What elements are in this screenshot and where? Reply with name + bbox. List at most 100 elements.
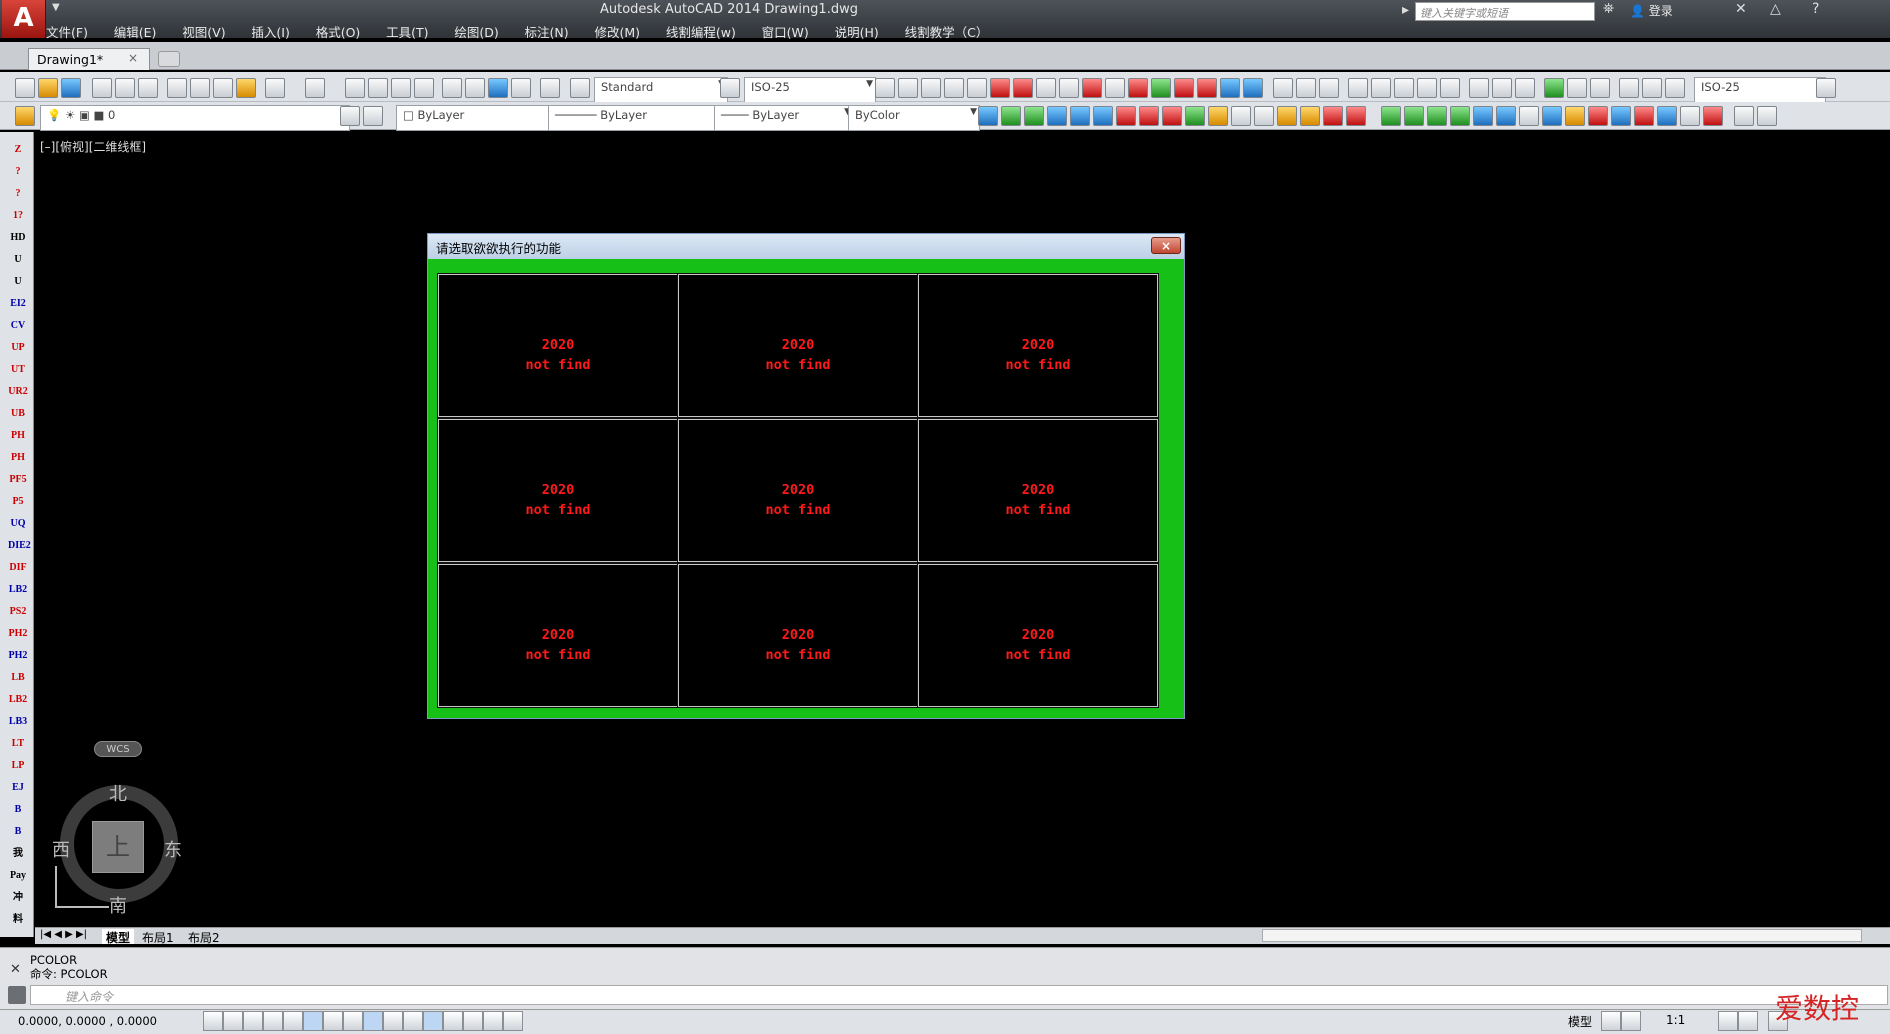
left-tool-21[interactable]: LB2 <box>8 580 28 600</box>
left-tool-15[interactable]: PH <box>8 448 28 468</box>
left-tool-36[interactable]: 料 <box>8 910 28 930</box>
save-icon[interactable] <box>61 78 81 98</box>
custom-tool-6-icon[interactable] <box>1093 106 1113 126</box>
viewport-controls-label[interactable]: [–][俯视][二维线框] <box>40 138 146 155</box>
dim-linear-icon[interactable] <box>1273 78 1293 98</box>
snap-mode-icon[interactable] <box>223 1011 243 1031</box>
compass-east[interactable]: 东 <box>164 836 182 862</box>
login-button[interactable]: 👤 登录 <box>1630 2 1690 20</box>
custom-tool-13-icon[interactable] <box>1254 106 1274 126</box>
object-snap-icon[interactable] <box>303 1011 323 1031</box>
left-tool-19[interactable]: DIE2 <box>8 536 31 556</box>
copy-icon[interactable] <box>190 78 210 98</box>
wire-tool-9-icon[interactable] <box>1059 78 1079 98</box>
custom-tool-9-icon[interactable] <box>1162 106 1182 126</box>
dim-style-select[interactable]: ISO-25 ▼ <box>744 77 876 103</box>
dim-edit-icon[interactable] <box>1619 78 1639 98</box>
linetype-select[interactable]: ────── ByLayer▼ <box>548 105 724 131</box>
function-cell[interactable]: 2020 not find <box>437 563 679 708</box>
custom-tool-22-icon[interactable] <box>1473 106 1493 126</box>
plot-style-select[interactable]: ByColor ▼ <box>848 105 980 131</box>
function-cell[interactable]: 2020 not find <box>917 273 1159 418</box>
menu-wire-teaching[interactable]: 线割教学（C） <box>905 22 989 41</box>
dim-style-manager-icon[interactable] <box>1816 78 1836 98</box>
transparency-icon[interactable] <box>423 1011 443 1031</box>
left-tool-2[interactable]: ? <box>8 162 28 182</box>
multileader-style-select[interactable]: ISO-25▼ <box>1694 77 1826 103</box>
wire-tool-12-icon[interactable] <box>1128 78 1148 98</box>
custom-tool-3-icon[interactable] <box>1024 106 1044 126</box>
undo-icon[interactable] <box>265 78 285 98</box>
left-tool-11[interactable]: UT <box>8 360 28 380</box>
custom-tool-23-icon[interactable] <box>1496 106 1516 126</box>
left-tool-24[interactable]: PH2 <box>8 646 28 666</box>
search-input[interactable]: 键入关键字或短语 <box>1415 2 1595 21</box>
wire-tool-17-icon[interactable] <box>1243 78 1263 98</box>
menu-edit[interactable]: 编辑(E) <box>114 22 157 41</box>
wire-tool-10-icon[interactable] <box>1082 78 1102 98</box>
close-icon[interactable]: ✕ <box>10 962 21 977</box>
left-tool-10[interactable]: UP <box>8 338 28 358</box>
layer-select[interactable]: 💡 ☀ ▣ ■ 0▼ <box>40 105 350 131</box>
wire-tool-16-icon[interactable] <box>1220 78 1240 98</box>
custom-tool-10-icon[interactable] <box>1185 106 1205 126</box>
left-tool-14[interactable]: PH <box>8 426 28 446</box>
exchange-icon[interactable]: ✕ <box>1735 1 1747 17</box>
wire-tool-11-icon[interactable] <box>1105 78 1125 98</box>
custom-tool-29-icon[interactable] <box>1634 106 1654 126</box>
left-tool-31[interactable]: B <box>8 800 28 820</box>
left-tool-28[interactable]: LT <box>8 734 28 754</box>
auto-scale-icon[interactable] <box>1738 1011 1758 1031</box>
publish-icon[interactable] <box>138 78 158 98</box>
custom-tool-34-icon[interactable] <box>1757 106 1777 126</box>
left-tool-27[interactable]: LB3 <box>8 712 28 732</box>
layout-nav-arrows-icon[interactable]: |◀ ◀ ▶ ▶| <box>40 929 87 940</box>
menu-format[interactable]: 格式(O) <box>316 22 361 41</box>
tab-close-icon[interactable]: × <box>128 51 142 65</box>
custom-tool-5-icon[interactable] <box>1070 106 1090 126</box>
open-file-icon[interactable] <box>38 78 58 98</box>
custom-tool-7-icon[interactable] <box>1116 106 1136 126</box>
function-cell[interactable]: 2020 not find <box>437 273 679 418</box>
menu-modify[interactable]: 修改(M) <box>594 22 640 41</box>
zoom-realtime-icon[interactable] <box>368 78 388 98</box>
custom-tool-33-icon[interactable] <box>1734 106 1754 126</box>
dynamic-ucs-icon[interactable] <box>363 1011 383 1031</box>
properties-icon[interactable] <box>442 78 462 98</box>
menu-help[interactable]: 说明(H) <box>835 22 879 41</box>
print-preview-icon[interactable] <box>115 78 135 98</box>
left-tool-34[interactable]: Pay <box>8 866 28 886</box>
dim-style-icon[interactable] <box>720 78 740 98</box>
selection-cycling-icon[interactable] <box>463 1011 483 1031</box>
custom-tool-1-icon[interactable] <box>978 106 998 126</box>
custom-tool-24-icon[interactable] <box>1519 106 1539 126</box>
left-tool-5[interactable]: HD <box>8 228 28 248</box>
custom-tool-2-icon[interactable] <box>1001 106 1021 126</box>
annotation-visibility-icon[interactable] <box>1718 1011 1738 1031</box>
left-tool-26[interactable]: LB2 <box>8 690 28 710</box>
custom-tool-26-icon[interactable] <box>1565 106 1585 126</box>
left-tool-30[interactable]: EJ <box>8 778 28 798</box>
layer-previous-icon[interactable] <box>363 106 383 126</box>
wire-tool-14-icon[interactable] <box>1174 78 1194 98</box>
paste-icon[interactable] <box>213 78 233 98</box>
wire-tool-3-icon[interactable] <box>921 78 941 98</box>
print-icon[interactable] <box>92 78 112 98</box>
custom-tool-19-icon[interactable] <box>1404 106 1424 126</box>
left-tool-13[interactable]: UB <box>8 404 28 424</box>
menu-dimension[interactable]: 标注(N) <box>525 22 569 41</box>
function-cell[interactable]: 2020 not find <box>917 563 1159 708</box>
custom-tool-11-icon[interactable] <box>1208 106 1228 126</box>
left-tool-9[interactable]: CV <box>8 316 28 336</box>
tab-model[interactable]: 模型 <box>102 929 135 945</box>
wire-tool-1-icon[interactable] <box>875 78 895 98</box>
left-tool-33[interactable]: 我 <box>8 844 28 864</box>
function-cell[interactable]: 2020 not find <box>917 418 1159 563</box>
left-tool-18[interactable]: UQ <box>8 514 28 534</box>
quick-properties-icon[interactable] <box>443 1011 463 1031</box>
function-cell[interactable]: 2020 not find <box>677 273 919 418</box>
compass-north[interactable]: 北 <box>109 780 127 806</box>
left-tool-32[interactable]: B <box>8 822 28 842</box>
text-style-icon[interactable] <box>570 78 590 98</box>
custom-tool-18-icon[interactable] <box>1381 106 1401 126</box>
